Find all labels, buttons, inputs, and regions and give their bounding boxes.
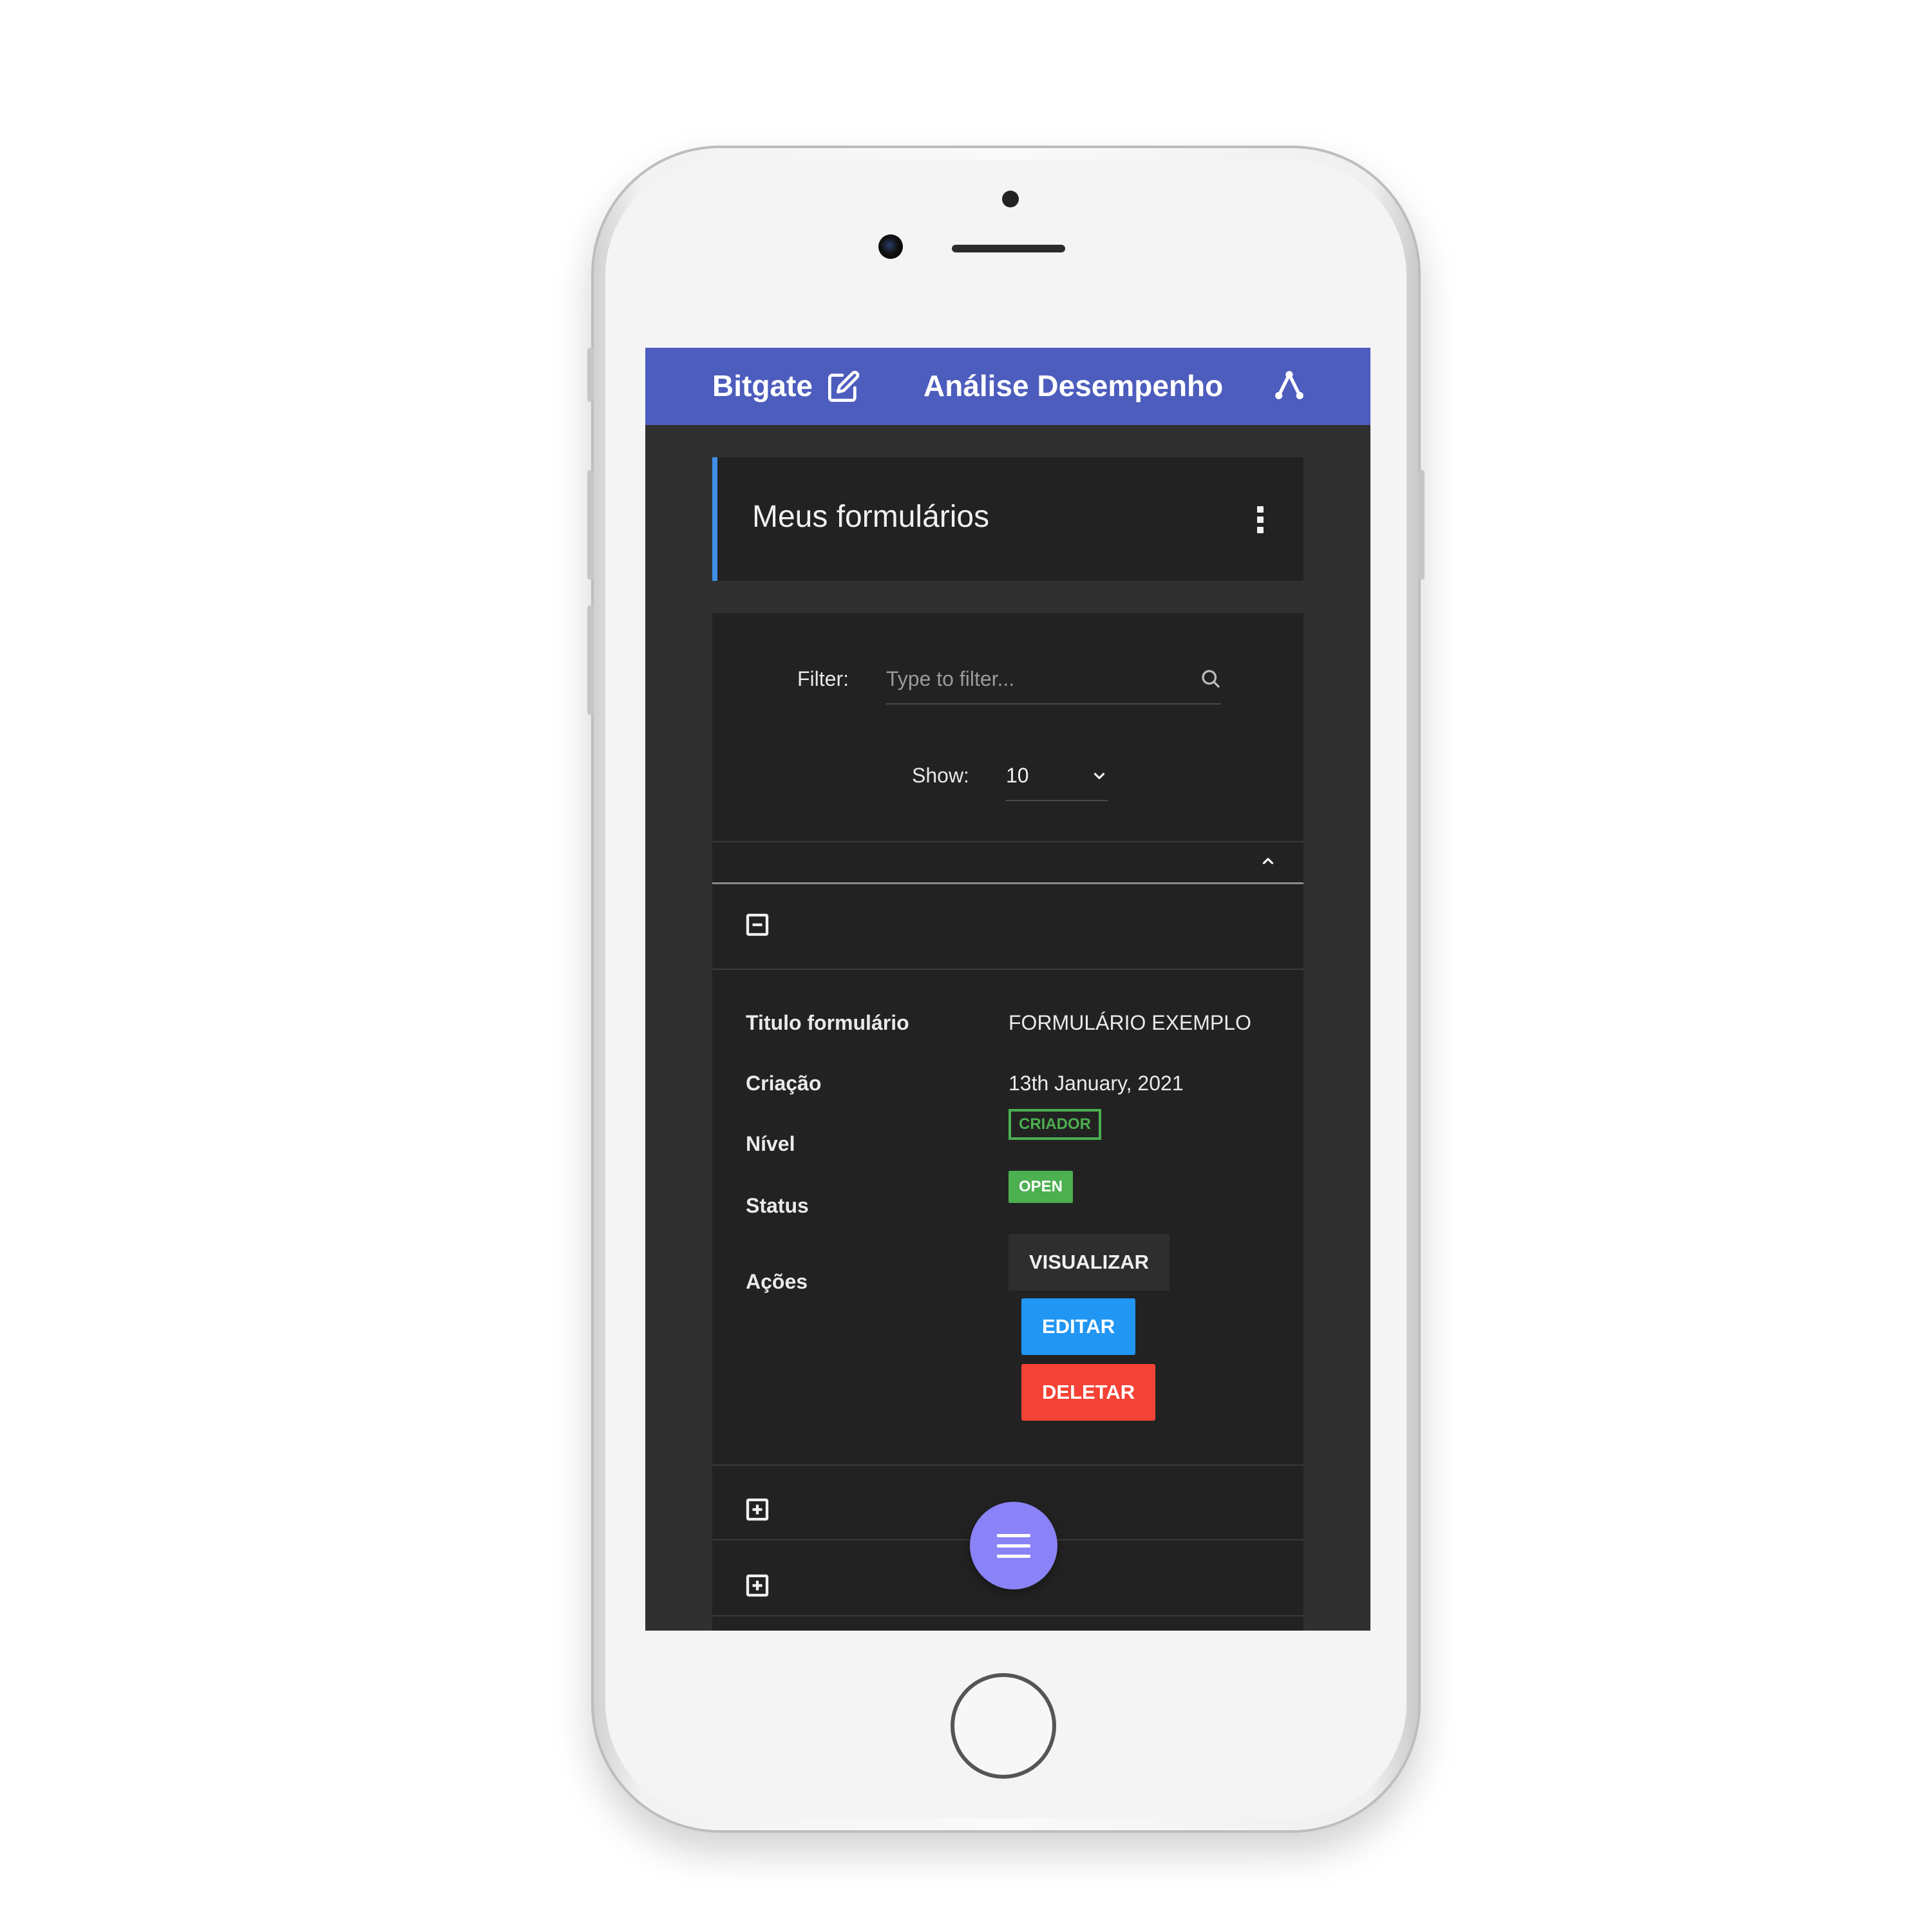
chevron-down-icon <box>1094 773 1105 779</box>
proximity-sensor <box>1002 191 1019 207</box>
sort-chevron-up-icon[interactable] <box>1260 853 1276 869</box>
view-button[interactable]: VISUALIZAR <box>1009 1234 1170 1291</box>
power-button <box>1418 470 1425 580</box>
status-badge: OPEN <box>1009 1171 1074 1203</box>
page-title: Meus formulários <box>752 500 990 534</box>
edit-icon[interactable] <box>827 370 860 403</box>
field-label-level: Nível <box>746 1132 795 1155</box>
page-size-select[interactable]: 10 <box>1006 751 1108 801</box>
page-title-card: Meus formulários <box>712 457 1303 581</box>
app-bar: Bitgate Análise Desempenho <box>645 348 1370 425</box>
mute-switch <box>587 348 594 402</box>
volume-down-button <box>587 605 594 715</box>
field-label-status: Status <box>746 1194 809 1217</box>
field-value-title: FORMULÁRIO EXEMPLO <box>1009 1011 1251 1034</box>
home-button[interactable] <box>951 1673 1056 1779</box>
level-badge: CRIADOR <box>1009 1109 1101 1140</box>
brand-name[interactable]: Bitgate <box>712 363 813 408</box>
delete-button[interactable]: DELETAR <box>1021 1364 1156 1421</box>
fab-menu-button[interactable] <box>970 1502 1057 1589</box>
row-divider <box>712 1464 1303 1466</box>
row-divider <box>712 1615 1303 1616</box>
filter-input[interactable] <box>886 654 1221 705</box>
row-divider <box>712 969 1303 970</box>
field-label-created: Criação <box>746 1072 822 1095</box>
show-label: Show: <box>912 764 969 787</box>
app-title: Análise Desempenho <box>923 369 1224 402</box>
table-header[interactable] <box>712 842 1303 884</box>
hamburger-icon <box>997 1534 1030 1537</box>
collapse-row-icon[interactable] <box>744 912 770 938</box>
tree-icon[interactable] <box>1271 367 1307 403</box>
app-screen: Bitgate Análise Desempenho Meus formulár… <box>645 348 1370 1631</box>
volume-up-button <box>587 470 594 580</box>
expand-row-icon[interactable] <box>744 1573 770 1598</box>
front-camera <box>878 234 903 259</box>
earpiece-speaker <box>952 245 1065 252</box>
page-size-value: 10 <box>1006 764 1029 787</box>
expand-row-icon[interactable] <box>744 1497 770 1522</box>
hamburger-icon-line <box>997 1555 1030 1558</box>
filter-label: Filter: <box>797 667 849 690</box>
hamburger-icon-line <box>997 1544 1030 1548</box>
field-label-actions: Ações <box>746 1270 808 1293</box>
search-icon[interactable] <box>1199 667 1222 690</box>
field-value-created: 13th January, 2021 <box>1009 1072 1184 1095</box>
edit-button[interactable]: EDITAR <box>1021 1298 1136 1355</box>
kebab-menu-icon[interactable] <box>1256 506 1265 535</box>
forms-table-card: Filter: Show: 10 Titulo formulário FORMU… <box>712 613 1303 1631</box>
field-label-title: Titulo formulário <box>746 1011 909 1034</box>
